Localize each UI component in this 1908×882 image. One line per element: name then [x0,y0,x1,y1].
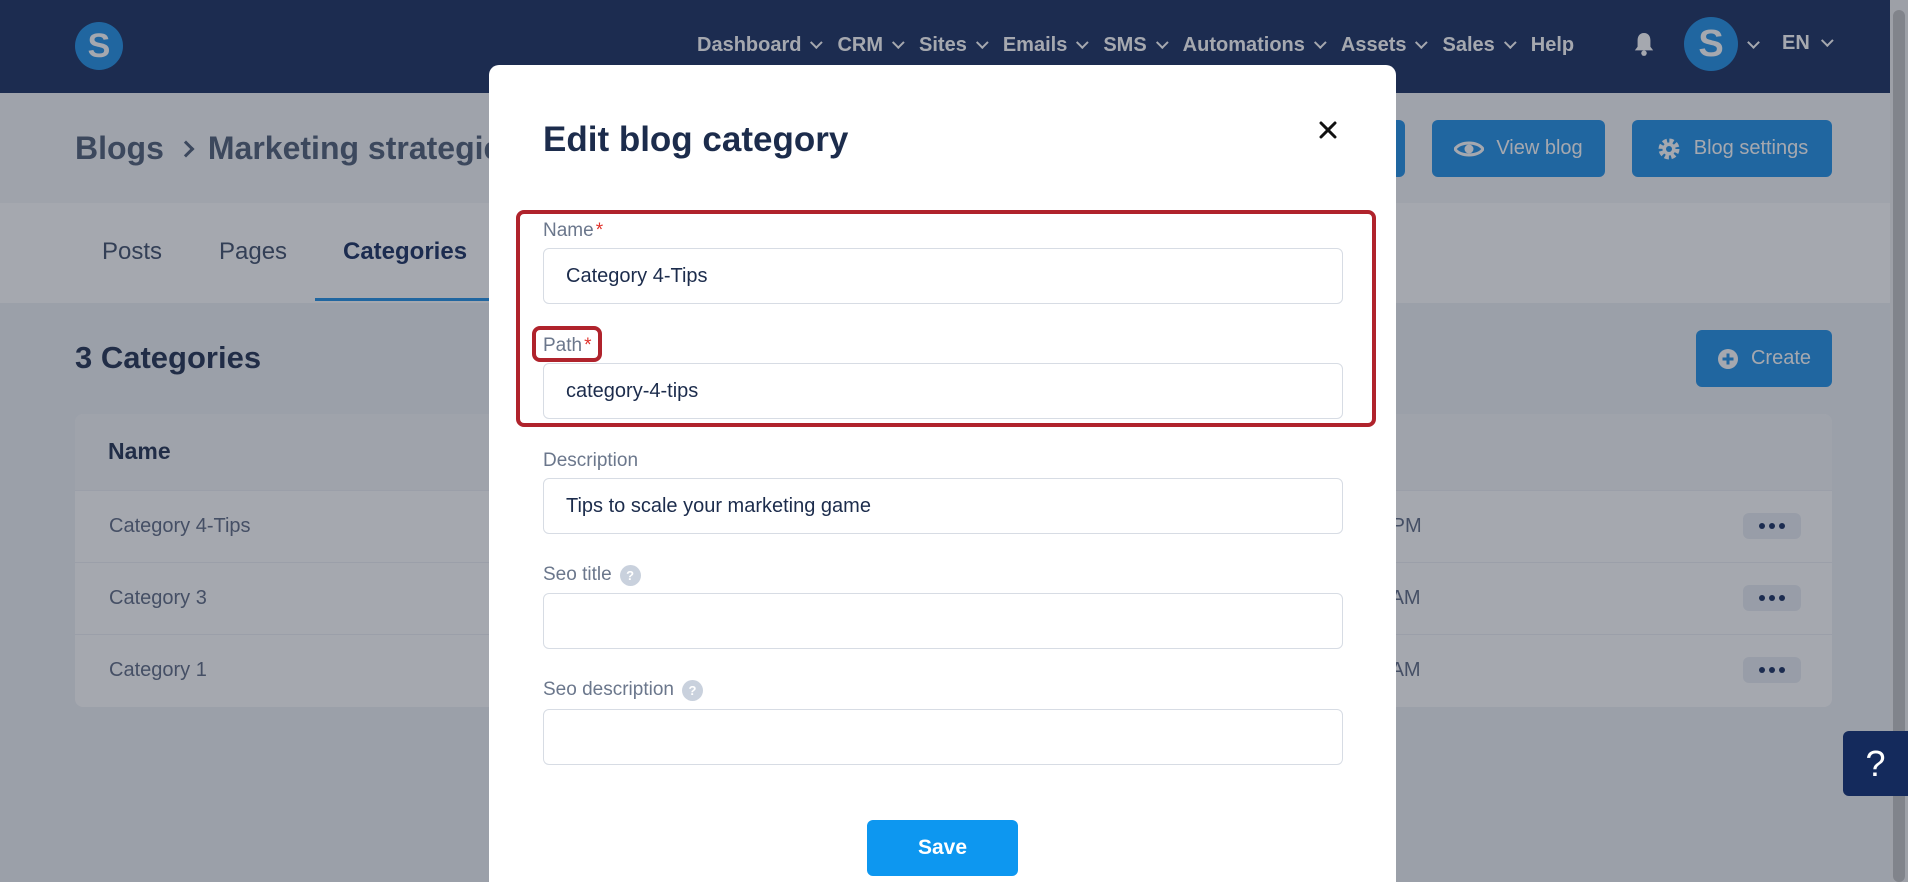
save-button[interactable]: Save [867,820,1018,876]
seo-title-input[interactable] [543,593,1343,649]
seo-title-label-text: Seo title [543,564,612,585]
highlight-path-label [532,326,602,362]
seo-description-label-text: Seo description [543,679,674,700]
seo-description-field-label: Seo description? [543,679,703,701]
seo-description-input[interactable] [543,709,1343,765]
highlight-name-path-fields [516,210,1376,427]
help-button[interactable]: ? [1843,731,1908,796]
help-circle-icon[interactable]: ? [681,679,703,701]
modal-title: Edit blog category [543,120,849,159]
seo-title-field-label: Seo title? [543,564,641,586]
help-circle-icon[interactable]: ? [619,564,641,586]
description-label-text: Description [543,450,639,471]
description-field-label: Description [543,450,638,472]
edit-category-modal: Edit blog category Name* Path* Descripti… [489,65,1396,882]
close-icon[interactable] [1315,117,1341,143]
description-input[interactable] [543,478,1343,534]
